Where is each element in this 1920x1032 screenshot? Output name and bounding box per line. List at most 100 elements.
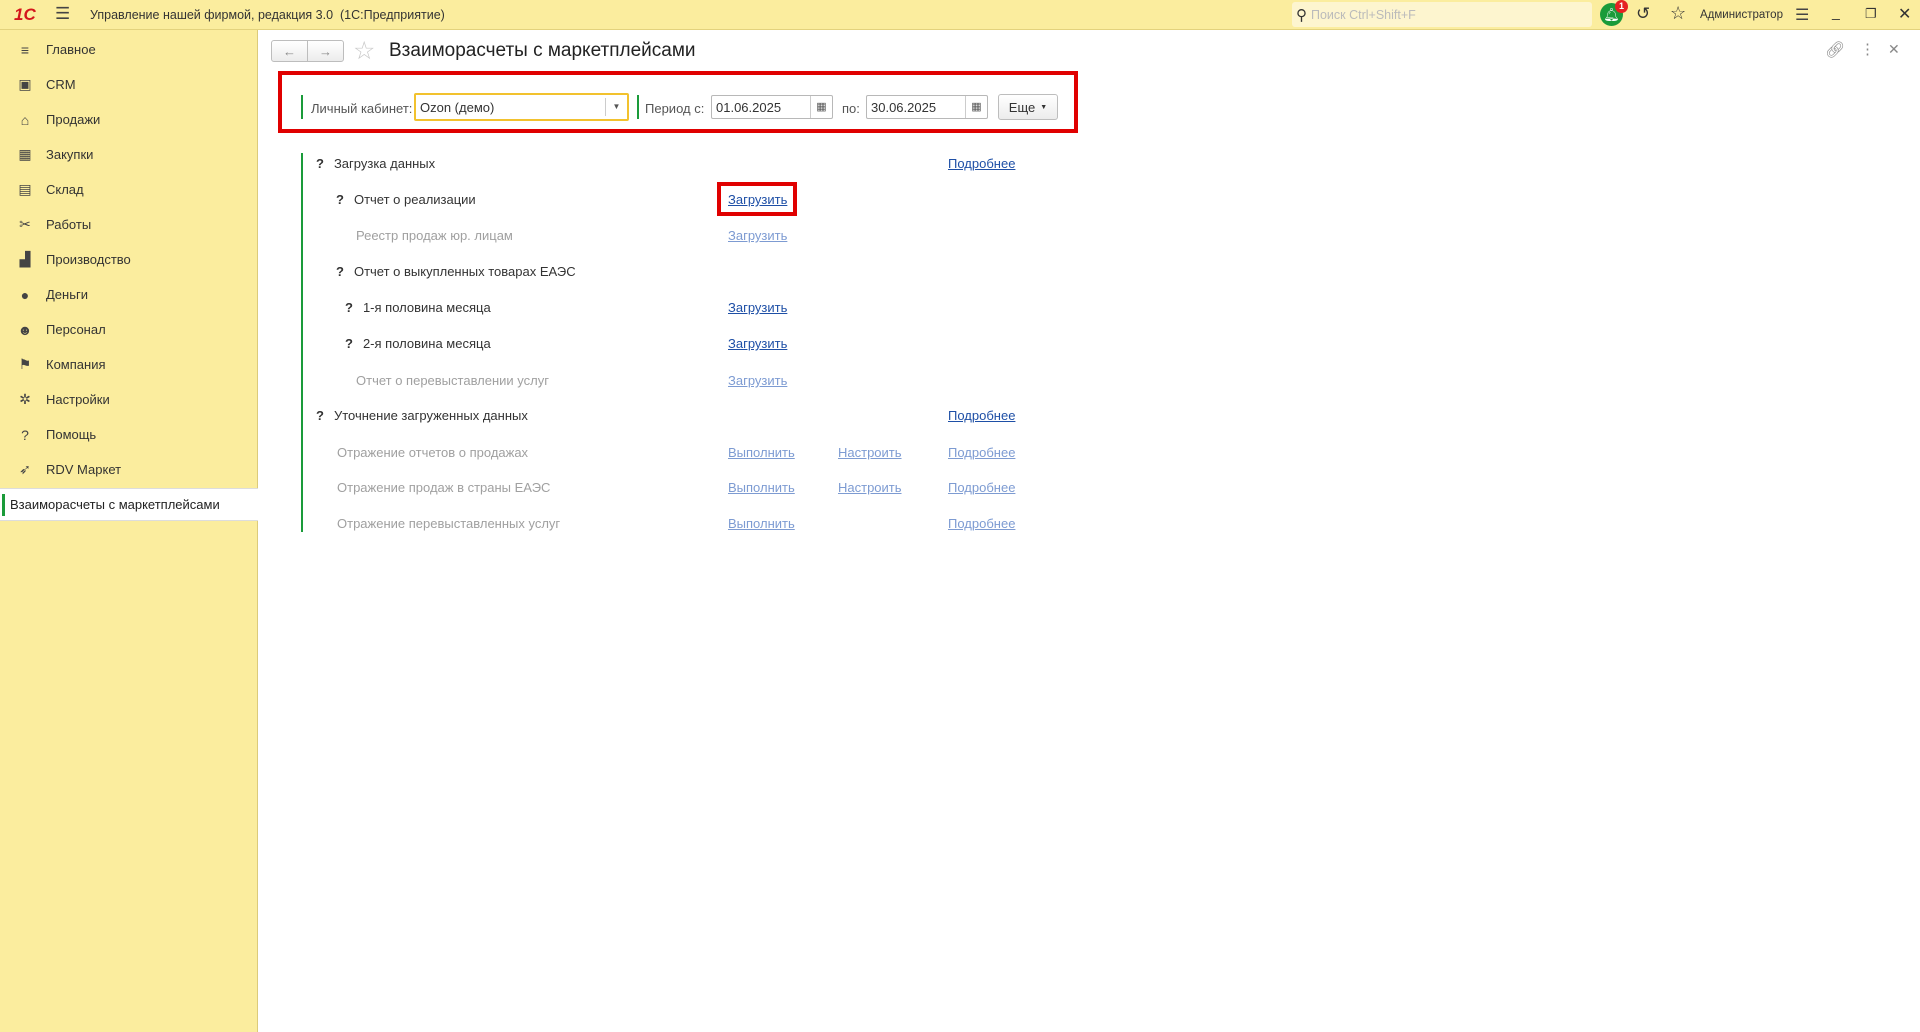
step-label: Отчет о реализации: [353, 191, 476, 207]
details-link[interactable]: Подробнее: [948, 445, 1015, 460]
sidebar: ≡ Главное ▣ CRM ⌂ Продажи ▦ Закупки ▤ Склад ✂…: [0, 30, 258, 1032]
back-button[interactable]: ←: [271, 40, 308, 62]
sidebar-item-label: RDV Маркет: [46, 462, 122, 477]
details-link[interactable]: Подробнее: [948, 156, 1015, 171]
help-icon[interactable]: ?: [345, 336, 353, 351]
sidebar-item-works[interactable]: ✂ Работы: [0, 207, 257, 242]
calendar-icon[interactable]: ▦: [965, 96, 987, 118]
step-label: Загрузка данных: [333, 155, 436, 171]
sidebar-item-label: Персонал: [46, 322, 106, 337]
restore-icon[interactable]: ❐: [1865, 6, 1877, 22]
details-link[interactable]: Подробнее: [948, 408, 1015, 423]
help-icon[interactable]: ?: [345, 300, 353, 315]
period-from-value: 01.06.2025: [716, 99, 782, 115]
contact-card-icon: ▣: [18, 76, 32, 92]
step-row: Отчет о перевыставлении услуг: [356, 370, 549, 390]
load-link[interactable]: Загрузить: [728, 300, 787, 315]
favorite-star-icon[interactable]: ☆: [353, 36, 375, 66]
sidebar-item-label: Производство: [46, 252, 131, 267]
period-to-value: 30.06.2025: [871, 99, 937, 115]
sidebar-item-money[interactable]: ● Деньги: [0, 277, 257, 312]
factory-icon: ▟: [19, 251, 31, 267]
close-app-icon[interactable]: ✕: [1898, 4, 1911, 24]
calendar-icon[interactable]: ▦: [810, 96, 832, 118]
sidebar-item-main[interactable]: ≡ Главное: [0, 32, 257, 67]
account-label: Личный кабинет:: [311, 101, 413, 116]
step-label: Отчет о выкупленных товарах ЕАЭС: [353, 263, 576, 279]
notifications-badge: 1: [1615, 0, 1628, 13]
search-placeholder: Поиск Ctrl+Shift+F: [1311, 7, 1416, 22]
search-input[interactable]: ⚲ Поиск Ctrl+Shift+F: [1292, 2, 1592, 27]
execute-link[interactable]: Выполнить: [728, 445, 795, 460]
favorites-star-icon[interactable]: ☆: [1670, 3, 1686, 24]
app-title: Управление нашей фирмой, редакция 3.0 (1…: [90, 8, 445, 22]
setup-link[interactable]: Настроить: [838, 480, 902, 495]
open-window-tab[interactable]: Взаиморасчеты с маркетплейсами: [0, 488, 258, 521]
notifications-button[interactable]: 🔔︎ 1: [1600, 0, 1628, 26]
sidebar-item-production[interactable]: ▟ Производство: [0, 242, 257, 277]
setup-link[interactable]: Настроить: [838, 445, 902, 460]
step-row: Отражение отчетов о продажах: [337, 442, 528, 462]
account-select[interactable]: Ozon (демо) ▼: [414, 93, 629, 121]
basket-icon: ⌂: [20, 111, 30, 128]
sidebar-item-help[interactable]: ? Помощь: [0, 417, 257, 452]
sidebar-item-warehouse[interactable]: ▤ Склад: [0, 172, 257, 207]
period-from-label: Период с:: [645, 101, 705, 116]
step-label: Уточнение загруженных данных: [333, 407, 528, 423]
step-row: ? Уточнение загруженных данных: [316, 405, 528, 425]
load-link[interactable]: Загрузить: [728, 228, 787, 243]
sidebar-item-label: Работы: [46, 217, 92, 232]
main-menu-icon[interactable]: ☰: [55, 4, 70, 24]
rocket-icon: ➶: [19, 461, 31, 477]
sidebar-item-crm[interactable]: ▣ CRM: [0, 67, 257, 102]
page-title: Взаиморасчеты с маркетплейсами: [389, 40, 696, 61]
step-label: Отражение продаж в страны ЕАЭС: [337, 479, 551, 495]
execute-link[interactable]: Выполнить: [728, 516, 795, 531]
help-icon: ?: [21, 426, 29, 443]
history-icon[interactable]: ↺: [1636, 4, 1650, 24]
details-link[interactable]: Подробнее: [948, 480, 1015, 495]
load-link[interactable]: Загрузить: [728, 336, 787, 351]
help-icon[interactable]: ?: [316, 156, 324, 171]
help-icon[interactable]: ?: [336, 264, 344, 279]
sidebar-item-settings[interactable]: ✲ Настройки: [0, 382, 257, 417]
load-link[interactable]: Загрузить: [728, 373, 787, 388]
period-to-input[interactable]: 30.06.2025 ▦: [866, 95, 988, 119]
help-icon[interactable]: ?: [316, 408, 324, 423]
sidebar-item-label: Главное: [46, 42, 96, 57]
settings-menu-icon[interactable]: ☰: [1795, 5, 1809, 25]
step-label: Отчет о перевыставлении услуг: [356, 372, 549, 388]
more-button[interactable]: Еще ▼: [998, 94, 1058, 120]
link-icon[interactable]: 🔗︎: [1825, 40, 1845, 60]
step-row: ? Загрузка данных: [316, 153, 435, 173]
sidebar-item-sales[interactable]: ⌂ Продажи: [0, 102, 257, 137]
sidebar-item-company[interactable]: ⚑ Компания: [0, 347, 257, 382]
chevron-down-icon[interactable]: ▼: [605, 98, 627, 116]
step-label: Отражение отчетов о продажах: [337, 444, 529, 460]
section-marker: [301, 153, 303, 532]
execute-link[interactable]: Выполнить: [728, 480, 795, 495]
load-link[interactable]: Загрузить: [728, 192, 787, 207]
coin-icon: ●: [20, 286, 30, 303]
sidebar-item-purchases[interactable]: ▦ Закупки: [0, 137, 257, 172]
sidebar-item-personnel[interactable]: ☻ Персонал: [0, 312, 257, 347]
step-label: Реестр продаж юр. лицам: [356, 227, 513, 243]
close-form-icon[interactable]: ✕: [1888, 41, 1900, 58]
chevron-down-icon: ▼: [1040, 103, 1048, 111]
search-icon: ⚲: [1296, 6, 1307, 24]
warehouse-icon: ▤: [18, 181, 32, 197]
sidebar-item-label: CRM: [46, 77, 76, 92]
minimize-icon[interactable]: _: [1832, 4, 1840, 20]
tools-icon: ✂: [19, 216, 31, 232]
help-icon[interactable]: ?: [336, 192, 344, 207]
step-row: ? 2-я половина месяца: [345, 333, 491, 353]
sidebar-item-rdv-market[interactable]: ➶ RDV Маркет: [0, 452, 257, 487]
period-from-input[interactable]: 01.06.2025 ▦: [711, 95, 833, 119]
menu-list-icon: ≡: [20, 41, 30, 58]
details-link[interactable]: Подробнее: [948, 516, 1015, 531]
more-actions-icon[interactable]: ⋮: [1860, 40, 1875, 58]
user-name[interactable]: Администратор: [1700, 9, 1783, 21]
step-row: Реестр продаж юр. лицам: [356, 225, 513, 245]
forward-button[interactable]: →: [307, 40, 344, 62]
step-label: 2-я половина месяца: [362, 335, 491, 351]
